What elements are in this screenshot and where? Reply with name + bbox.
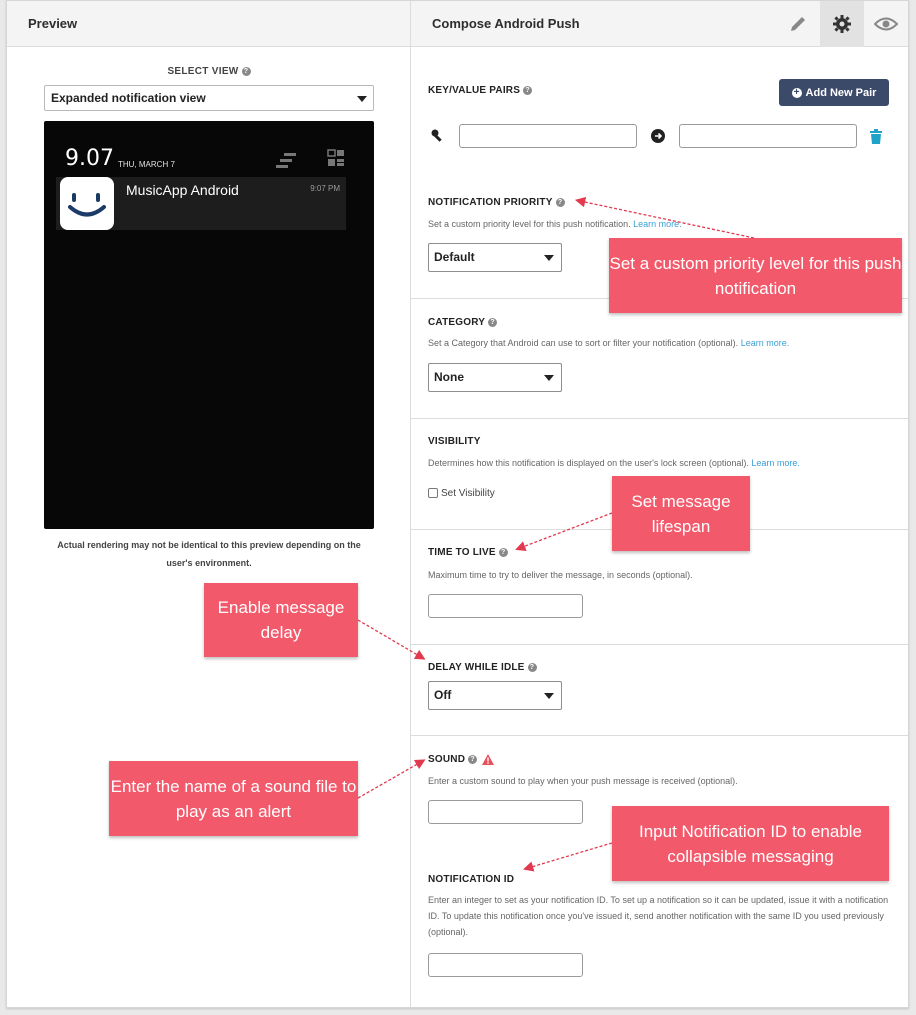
warning-icon — [482, 754, 495, 765]
kv-value-input[interactable] — [679, 124, 857, 148]
preview-header: Preview — [7, 1, 410, 47]
kv-key-input[interactable] — [459, 124, 637, 148]
preview-panel: Preview SELECT VIEW? Expanded notificati… — [7, 1, 411, 1007]
chevron-down-icon — [357, 96, 367, 102]
notification-id-input[interactable] — [428, 953, 583, 977]
compose-header: Compose Android Push — [411, 0, 908, 47]
sound-input[interactable] — [428, 800, 583, 824]
plus-circle-icon: + — [791, 87, 802, 98]
annotation-sound: Enter the name of a sound file to play a… — [109, 761, 358, 836]
phone-clock: 9.07 — [65, 146, 114, 171]
learn-more-link[interactable]: Learn more. — [633, 219, 682, 229]
gear-icon[interactable] — [820, 0, 864, 47]
chevron-down-icon — [544, 255, 554, 261]
ttl-label: TIME TO LIVE? — [428, 547, 508, 558]
help-icon[interactable]: ? — [241, 66, 251, 76]
help-icon[interactable]: ? — [527, 662, 537, 672]
notification-time: 9:07 PM — [310, 184, 340, 193]
category-section: CATEGORY? Set a Category that Android ca… — [411, 299, 908, 419]
annotation-delay: Enable message delay — [204, 583, 358, 657]
checkbox[interactable] — [428, 488, 438, 499]
preview-title: Preview — [28, 16, 78, 31]
preview-disclaimer: Actual rendering may not be identical to… — [57, 540, 361, 568]
category-dropdown[interactable]: None — [428, 363, 562, 392]
ttl-desc: Maximum time to try to deliver the messa… — [428, 570, 693, 580]
notification-id-label: NOTIFICATION ID — [428, 874, 515, 885]
help-icon[interactable]: ? — [523, 85, 533, 95]
arrow-right-circle-icon — [651, 129, 665, 143]
notification-card: MusicApp Android 9:07 PM — [56, 177, 346, 230]
select-view-dropdown[interactable]: Expanded notification view — [44, 85, 374, 111]
annotation-priority: Set a custom priority level for this pus… — [609, 238, 902, 313]
annotation-notification-id: Input Notification ID to enable collapsi… — [612, 806, 889, 881]
priority-dropdown[interactable]: Default — [428, 243, 562, 272]
compose-title: Compose Android Push — [432, 16, 580, 31]
priority-desc: Set a custom priority level for this pus… — [428, 219, 682, 229]
priority-label: NOTIFICATION PRIORITY? — [428, 197, 565, 208]
pencil-icon[interactable] — [776, 1, 820, 47]
sound-label: SOUND? — [428, 754, 495, 765]
category-desc: Set a Category that Android can use to s… — [428, 338, 790, 348]
add-new-pair-button[interactable]: + Add New Pair — [779, 79, 889, 106]
delay-section: DELAY WHILE IDLE? Off — [411, 645, 908, 736]
notifications-clear-icon — [276, 153, 296, 168]
kv-section: KEY/VALUE PAIRS? — [411, 47, 908, 179]
chevron-down-icon — [544, 693, 554, 699]
visibility-label: VISIBILITY — [428, 436, 481, 447]
help-icon[interactable]: ? — [498, 547, 508, 557]
key-icon — [431, 129, 442, 142]
notification-id-desc: Enter an integer to set as your notifica… — [428, 895, 889, 937]
help-icon[interactable]: ? — [488, 317, 498, 327]
eye-icon[interactable] — [864, 1, 908, 47]
select-view-label: SELECT VIEW? — [7, 66, 411, 77]
delay-dropdown[interactable]: Off — [428, 681, 562, 710]
category-label: CATEGORY? — [428, 317, 498, 328]
sound-desc: Enter a custom sound to play when your p… — [428, 776, 738, 786]
phone-date: THU, MARCH 7 — [118, 160, 175, 169]
delay-label: DELAY WHILE IDLE? — [428, 662, 537, 673]
chevron-down-icon — [544, 375, 554, 381]
visibility-desc: Determines how this notification is disp… — [428, 458, 800, 468]
notification-app-name: MusicApp Android — [126, 182, 239, 198]
help-icon[interactable]: ? — [555, 197, 565, 207]
kv-label: KEY/VALUE PAIRS? — [428, 85, 533, 96]
help-icon[interactable]: ? — [468, 755, 478, 764]
learn-more-link[interactable]: Learn more. — [741, 338, 790, 348]
quick-settings-icon — [327, 149, 344, 166]
phone-preview: 9.07 THU, MARCH 7 MusicApp Android 9:07 … — [44, 121, 374, 529]
trash-icon[interactable] — [869, 129, 883, 145]
app-icon — [60, 177, 114, 230]
annotation-lifespan: Set message lifespan — [612, 476, 750, 551]
learn-more-link[interactable]: Learn more. — [751, 458, 800, 468]
ttl-input[interactable] — [428, 594, 583, 618]
